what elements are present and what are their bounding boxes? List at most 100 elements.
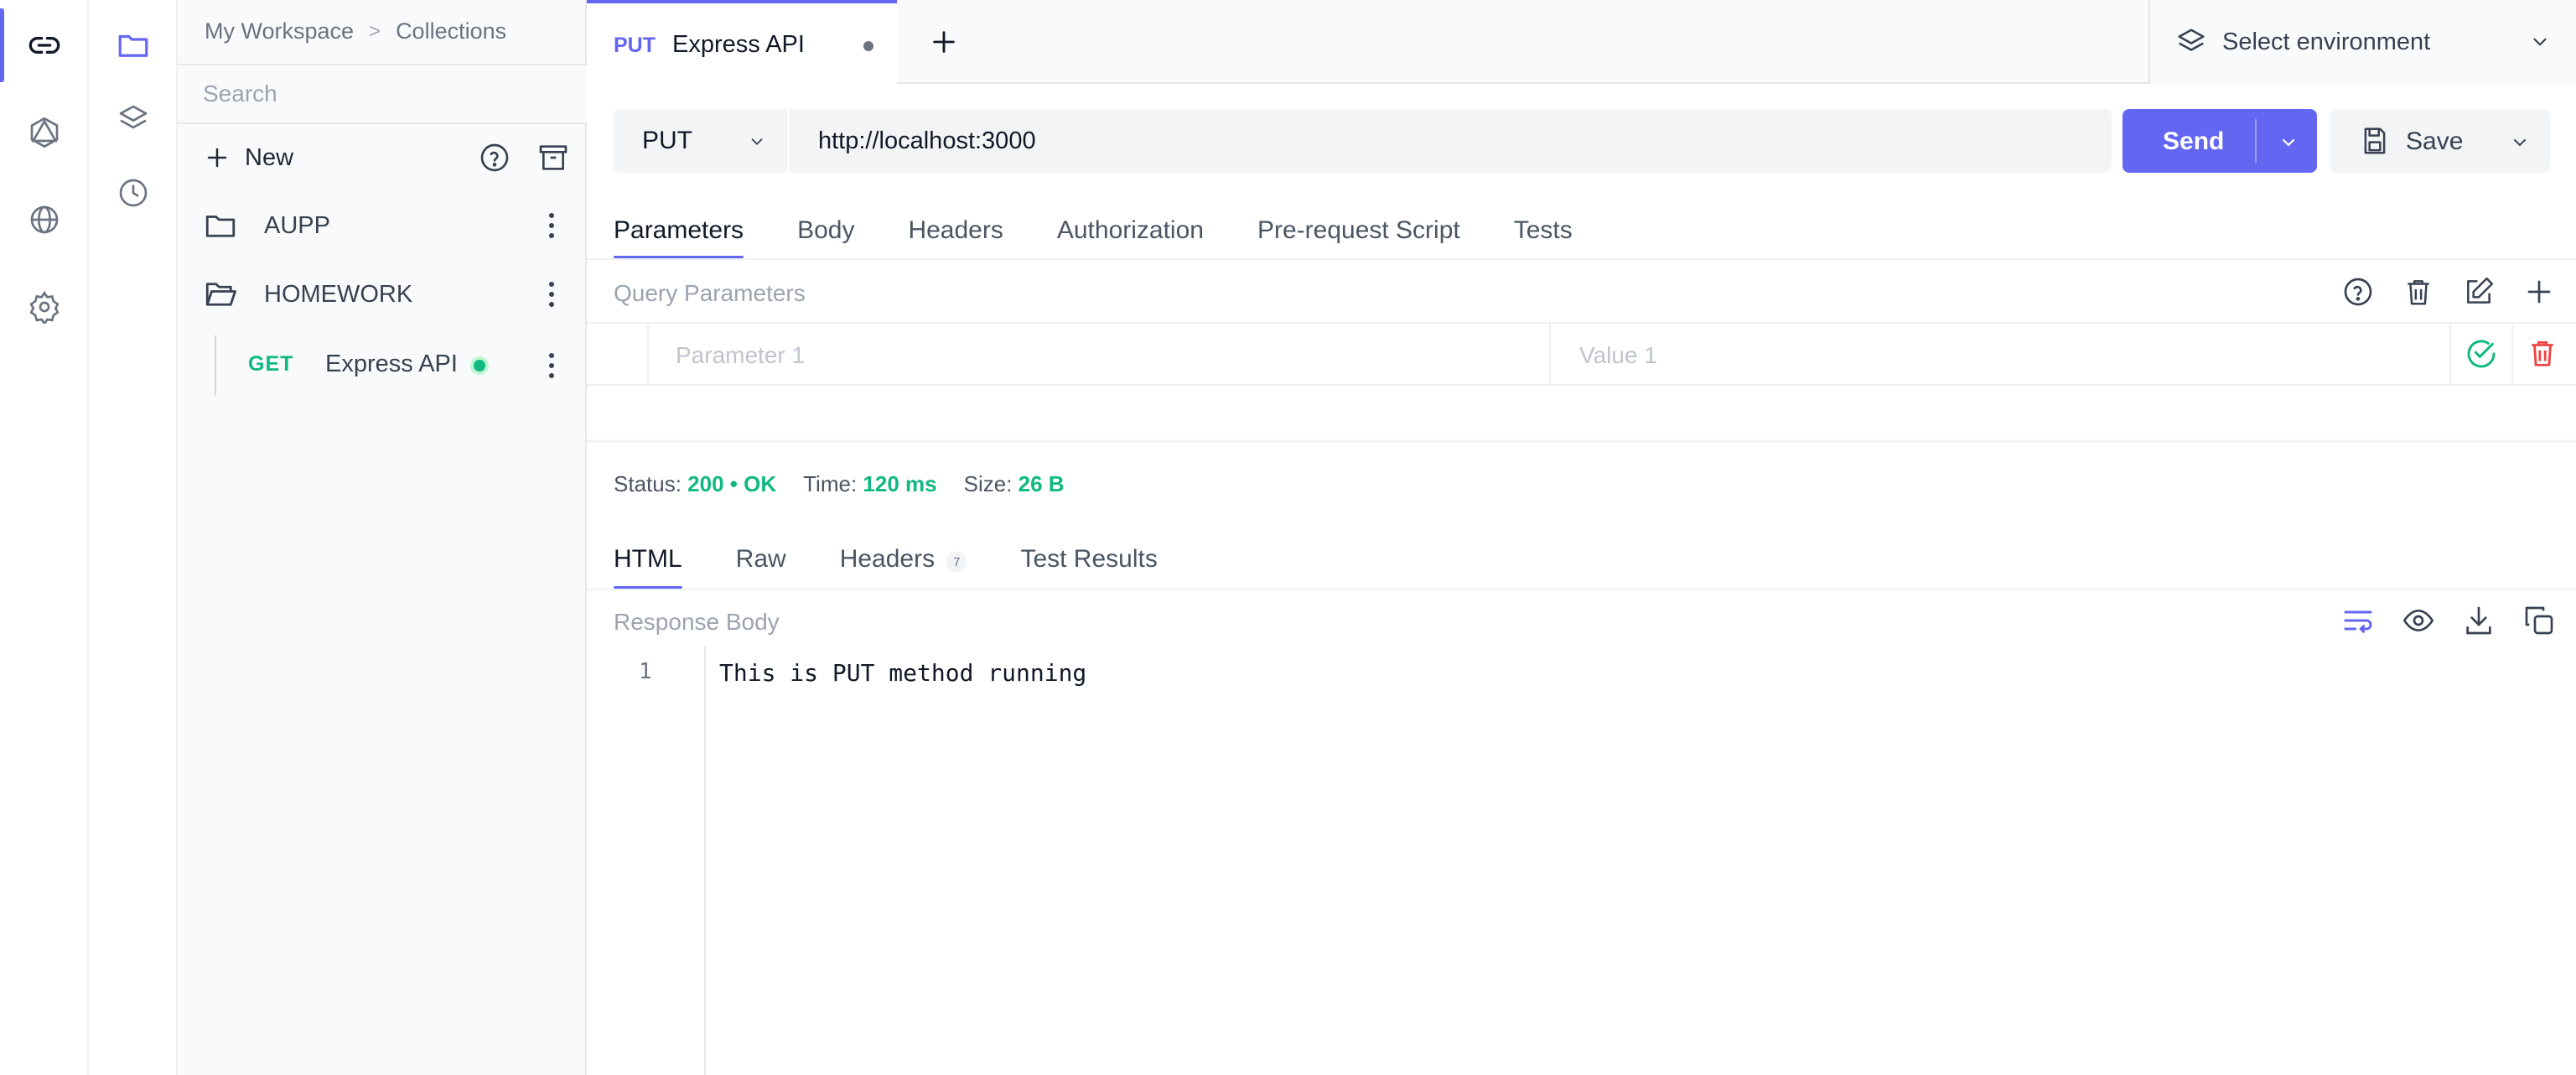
trash-icon [2408,280,2429,305]
method-value: PUT [642,127,692,154]
chevron-down-icon [751,138,763,146]
size-label: Size: [963,471,1013,496]
method-dropdown[interactable]: PUT [614,109,790,173]
eye-icon [2402,609,2434,632]
panel-splitter[interactable] [587,439,2576,443]
send-label: Send [2163,127,2225,155]
help-button[interactable] [2340,273,2376,310]
collection-item-aupp[interactable]: AUPP [178,196,587,255]
plus-icon [933,31,955,53]
rail-environments-button[interactable] [89,82,178,156]
rail-collections-button[interactable] [89,8,178,82]
tab-body[interactable]: Body [797,211,854,258]
tab-pre-request-script[interactable]: Pre-request Script [1257,211,1460,258]
size-value: 26 B [1018,471,1065,496]
settings-icon [29,290,60,324]
help-icon[interactable] [478,141,511,174]
save-button[interactable]: Save [2330,109,2550,173]
chevron-down-icon [2533,38,2547,46]
column-divider [2511,324,2513,384]
add-tab-button[interactable] [922,20,966,64]
tab-method: PUT [614,34,656,57]
send-divider [2255,119,2257,163]
parameter-key-input[interactable] [676,339,1430,372]
status-text: OK [744,471,777,496]
trash-icon[interactable] [2527,337,2558,369]
tab-parameters[interactable]: Parameters [614,211,744,258]
clear-all-button[interactable] [2400,273,2437,310]
folder-icon [205,216,236,237]
tab-authorization[interactable]: Authorization [1057,211,1204,258]
archive-icon[interactable] [536,141,570,174]
rail-history-button[interactable] [89,156,178,230]
layers-icon [2178,29,2205,51]
wrap-lines-button[interactable] [2340,602,2376,639]
check-circle-icon[interactable] [2465,337,2498,371]
collection-item-homework[interactable]: HOMEWORK [178,265,587,324]
tab-response-headers[interactable]: Headers 7 [840,540,967,589]
chevron-down-icon[interactable] [2510,132,2530,153]
tab-test-results[interactable]: Test Results [1020,540,1157,589]
rail-settings-button[interactable] [0,265,89,349]
save-icon [2364,127,2386,154]
parameter-value-input[interactable] [1579,339,2334,372]
status-dot: • [729,471,738,496]
url-input[interactable] [818,124,2076,158]
collections-sidebar: My Workspace > Collections New AUPP HOME… [178,0,587,1075]
more-options-icon[interactable] [547,210,557,241]
download-icon [2466,606,2491,635]
tab-headers[interactable]: Headers [908,211,1003,258]
rail-realtime-button[interactable] [0,178,89,262]
time-group: Time: 120 ms [803,471,936,497]
parameter-row [587,322,2576,386]
environment-selector[interactable]: Select environment [2148,0,2576,84]
main-panel: PUT Express API Select environment PUT S… [587,0,2576,1075]
tab-title: Express API [672,31,805,58]
rail-rest-button[interactable] [0,3,89,87]
breadcrumb-workspace[interactable]: My Workspace [205,18,354,44]
add-parameter-button[interactable] [2521,273,2558,310]
size-group: Size: 26 B [964,471,1065,497]
breadcrumb-collections[interactable]: Collections [396,18,506,44]
bulk-edit-button[interactable] [2460,273,2497,310]
tab-tests[interactable]: Tests [1514,211,1573,258]
collection-label: HOMEWORK [264,280,413,308]
wrap-lines-icon [2344,610,2372,633]
secondary-rail [89,0,178,1075]
column-divider [2449,324,2451,384]
response-tabs: HTML Raw Headers 7 Test Results [614,540,1158,589]
graphql-icon [30,117,59,148]
tab-raw[interactable]: Raw [736,540,786,589]
preview-button[interactable] [2400,602,2437,639]
response-body-editor[interactable]: 1 This is PUT method running [587,646,2576,1075]
drag-handle[interactable] [587,324,649,384]
request-tab[interactable]: PUT Express API [587,0,897,84]
plus-icon [207,148,227,168]
history-icon [119,179,148,207]
request-item-express-api[interactable]: GET Express API [178,335,587,396]
more-options-icon[interactable] [547,279,557,309]
primary-rail [0,0,89,1075]
send-button[interactable]: Send [2122,109,2317,173]
tab-html[interactable]: HTML [614,540,682,589]
response-toolbar [2340,602,2558,639]
column-divider [1549,324,1551,384]
search-input[interactable] [203,77,555,111]
time-value: 120 ms [863,471,937,496]
more-options-icon[interactable] [547,351,557,381]
globe-icon [30,205,59,234]
unsaved-indicator [863,41,873,51]
copy-button[interactable] [2521,602,2558,639]
line-number: 1 [639,659,652,684]
rail-graphql-button[interactable] [0,91,89,174]
chevron-down-icon[interactable] [2278,132,2299,153]
headers-count-badge: 7 [946,552,967,572]
save-label: Save [2406,127,2464,155]
new-label: New [245,143,294,171]
environment-label: Select environment [2222,28,2431,55]
divider [587,258,2576,260]
new-button[interactable]: New [205,144,293,172]
download-button[interactable] [2460,602,2497,639]
edit-icon [2467,277,2494,304]
response-status-bar: Status: 200 • OK Time: 120 ms Size: 26 B [614,471,1065,497]
